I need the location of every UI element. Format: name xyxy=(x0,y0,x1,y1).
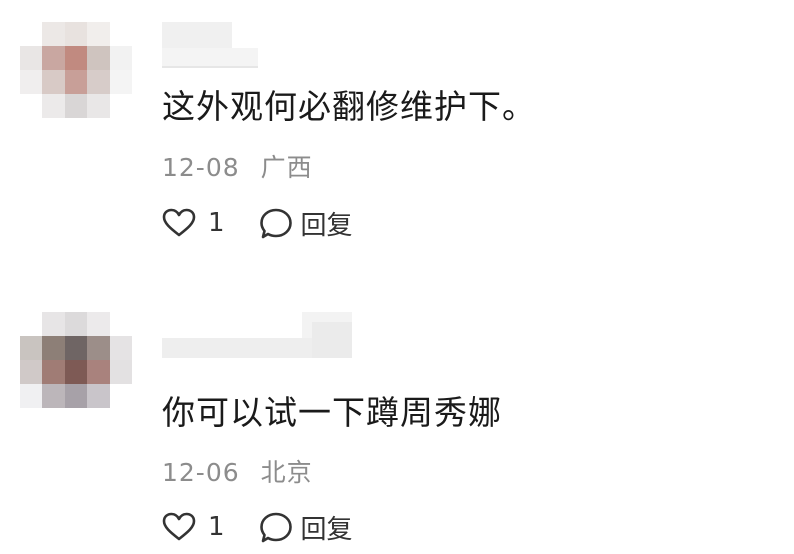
reply-label: 回复 xyxy=(300,514,353,545)
username-blurred[interactable] xyxy=(162,22,262,72)
speech-bubble-icon xyxy=(259,512,292,543)
comment-text: 这外观何必翻修维护下。 xyxy=(162,87,536,126)
comment-meta: 12-06 北京 xyxy=(162,453,313,489)
like-button[interactable]: 1 xyxy=(162,512,225,542)
comment-actions: 1 回复 xyxy=(162,507,353,547)
avatar[interactable] xyxy=(20,22,132,118)
reply-label: 回复 xyxy=(300,210,353,241)
comment-date: 12-08 xyxy=(162,153,240,182)
comment-location: 广西 xyxy=(260,153,313,182)
comment-date: 12-06 xyxy=(162,458,240,487)
comment-meta: 12-08 广西 xyxy=(162,148,313,184)
reply-button[interactable]: 回复 xyxy=(259,509,353,546)
username-blurred[interactable] xyxy=(162,312,362,362)
heart-icon xyxy=(162,208,196,237)
comment-actions: 1 回复 xyxy=(162,203,353,243)
avatar[interactable] xyxy=(20,312,132,408)
reply-button[interactable]: 回复 xyxy=(259,205,353,242)
heart-icon xyxy=(162,512,196,541)
comment-location: 北京 xyxy=(260,458,313,487)
speech-bubble-icon xyxy=(259,208,292,239)
comment-text: 你可以试一下蹲周秀娜 xyxy=(162,393,502,432)
like-count: 1 xyxy=(208,512,225,542)
like-button[interactable]: 1 xyxy=(162,208,225,238)
like-count: 1 xyxy=(208,208,225,238)
